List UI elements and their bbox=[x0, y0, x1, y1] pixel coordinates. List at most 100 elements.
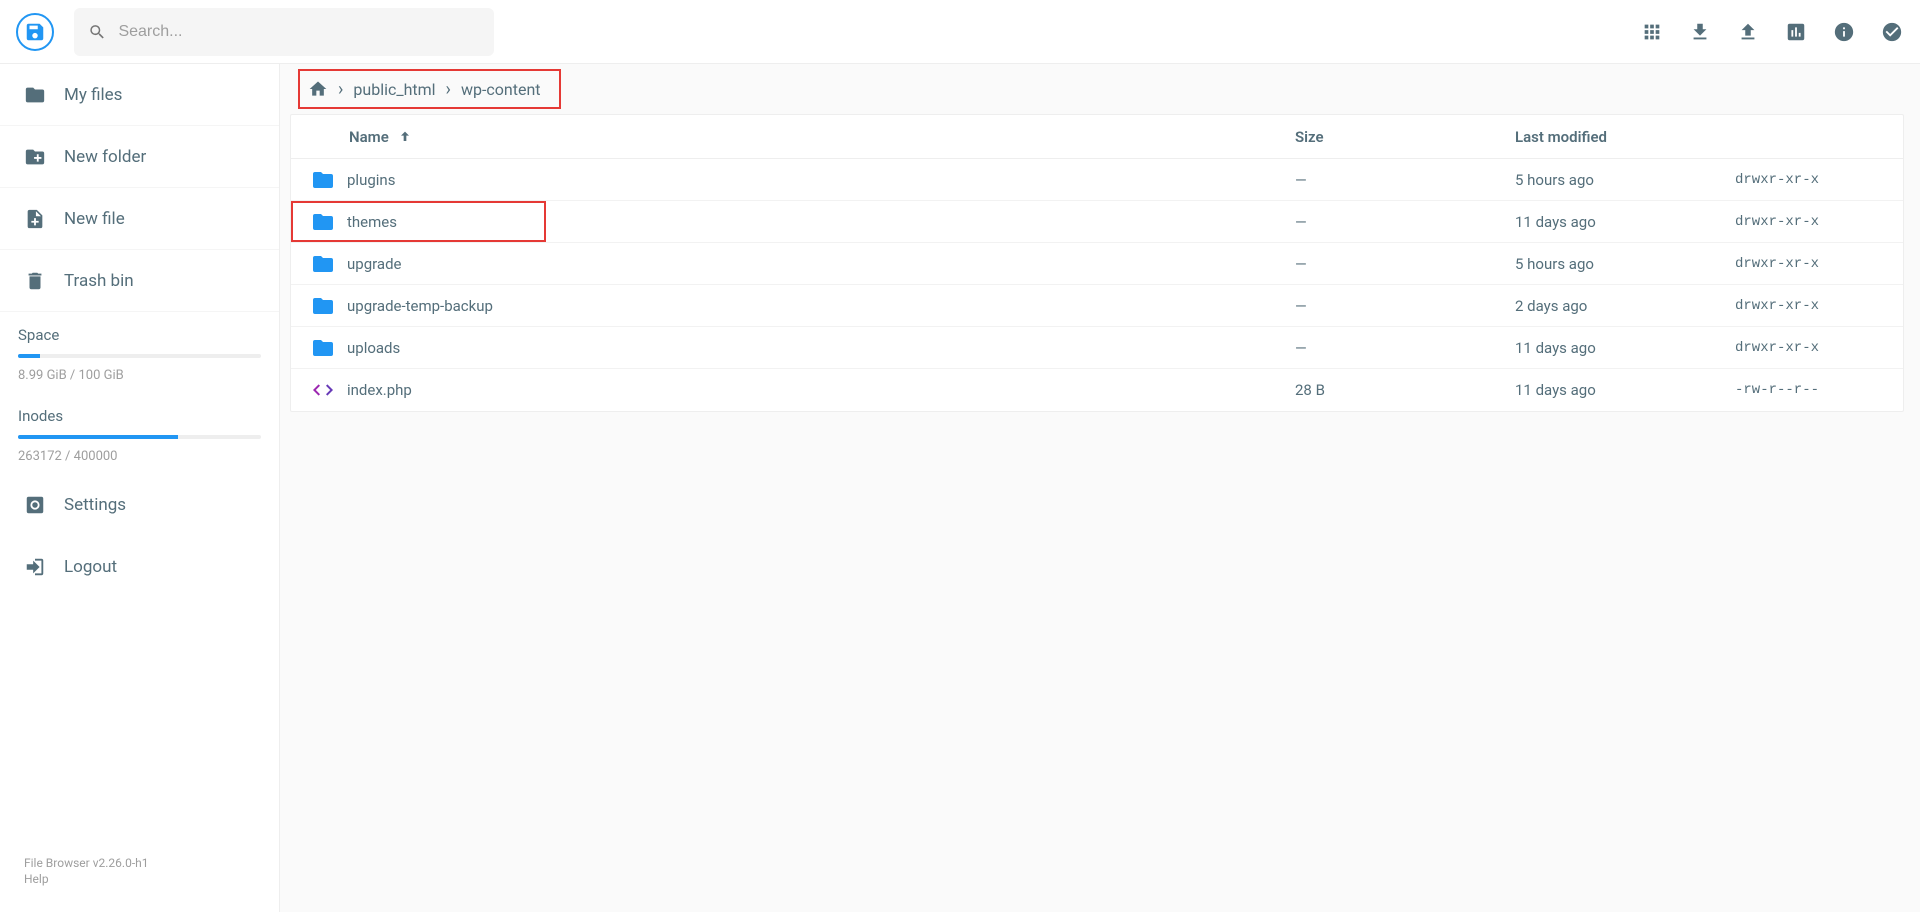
folder-icon bbox=[24, 84, 46, 106]
file-size: — bbox=[1295, 213, 1515, 231]
settings-icon bbox=[24, 494, 46, 516]
space-label: Space bbox=[18, 326, 261, 344]
bar-chart-icon bbox=[1785, 21, 1807, 43]
footer-version: File Browser v2.26.0-h1 bbox=[24, 856, 255, 870]
inodes-progress bbox=[18, 435, 261, 439]
upload-button[interactable] bbox=[1736, 20, 1760, 44]
grid-icon bbox=[1641, 21, 1663, 43]
sidebar-item-logout[interactable]: Logout bbox=[0, 536, 279, 598]
file-modified: 5 hours ago bbox=[1515, 255, 1735, 273]
check-circle-icon bbox=[1881, 21, 1903, 43]
file-size: — bbox=[1295, 171, 1515, 189]
file-name: index.php bbox=[347, 381, 1295, 399]
breadcrumb: › public_html › wp-content bbox=[298, 69, 561, 109]
search-icon bbox=[88, 22, 106, 42]
toolbar: › public_html › wp-content bbox=[290, 64, 1904, 114]
table-row[interactable]: uploads—11 days agodrwxr-xr-x bbox=[291, 327, 1903, 369]
save-disk-icon bbox=[24, 21, 46, 43]
inodes-text: 263172 / 400000 bbox=[18, 449, 261, 464]
info-button[interactable] bbox=[1832, 20, 1856, 44]
chevron-right-icon: › bbox=[446, 79, 451, 100]
table-row[interactable]: upgrade-temp-backup—2 days agodrwxr-xr-x bbox=[291, 285, 1903, 327]
table-header: Name Size Last modified bbox=[291, 115, 1903, 159]
file-name: themes bbox=[347, 213, 1295, 231]
sidebar-item-settings[interactable]: Settings bbox=[0, 474, 279, 536]
sidebar-item-newfile[interactable]: New file bbox=[0, 188, 279, 250]
header-actions bbox=[1640, 20, 1904, 44]
file-permissions: drwxr-xr-x bbox=[1735, 298, 1895, 314]
sidebar-item-trash[interactable]: Trash bin bbox=[0, 250, 279, 312]
inodes-label: Inodes bbox=[18, 407, 261, 425]
folder-icon bbox=[299, 168, 347, 192]
file-permissions: drwxr-xr-x bbox=[1735, 256, 1895, 272]
folder-icon bbox=[299, 252, 347, 276]
sidebar-footer: File Browser v2.26.0-h1 Help bbox=[0, 842, 279, 912]
breadcrumb-item[interactable]: wp-content bbox=[461, 80, 541, 99]
col-name-header[interactable]: Name bbox=[347, 128, 1295, 146]
folder-icon bbox=[299, 294, 347, 318]
upload-icon bbox=[1737, 21, 1759, 43]
sidebar-label: New file bbox=[64, 209, 125, 229]
info-icon bbox=[1833, 21, 1855, 43]
arrow-up-icon bbox=[397, 129, 413, 145]
file-modified: 11 days ago bbox=[1515, 381, 1735, 399]
table-row[interactable]: plugins—5 hours agodrwxr-xr-x bbox=[291, 159, 1903, 201]
space-progress bbox=[18, 354, 261, 358]
col-name-label: Name bbox=[349, 128, 389, 146]
chevron-right-icon: › bbox=[338, 79, 343, 100]
download-icon bbox=[1689, 21, 1711, 43]
sidebar-label: Logout bbox=[64, 557, 117, 577]
file-modified: 2 days ago bbox=[1515, 297, 1735, 315]
stats-button[interactable] bbox=[1784, 20, 1808, 44]
folder-icon bbox=[299, 210, 347, 234]
file-name: uploads bbox=[347, 339, 1295, 357]
main-content: › public_html › wp-content Name Size Las… bbox=[280, 64, 1920, 912]
file-modified: 11 days ago bbox=[1515, 339, 1735, 357]
col-size-header[interactable]: Size bbox=[1295, 128, 1515, 146]
sidebar-label: Settings bbox=[64, 495, 126, 515]
inodes-section: Inodes 263172 / 400000 bbox=[0, 393, 279, 474]
sidebar-label: My files bbox=[64, 85, 122, 105]
trash-icon bbox=[24, 270, 46, 292]
breadcrumb-item[interactable]: public_html bbox=[353, 80, 435, 99]
download-button[interactable] bbox=[1688, 20, 1712, 44]
file-name: upgrade-temp-backup bbox=[347, 297, 1295, 315]
new-folder-icon bbox=[24, 146, 46, 168]
file-permissions: drwxr-xr-x bbox=[1735, 214, 1895, 230]
search-input[interactable] bbox=[118, 23, 480, 41]
table-row[interactable]: index.php28 B11 days ago-rw-r--r-- bbox=[291, 369, 1903, 411]
sidebar-item-newfolder[interactable]: New folder bbox=[0, 126, 279, 188]
file-permissions: drwxr-xr-x bbox=[1735, 172, 1895, 188]
code-icon bbox=[299, 378, 347, 402]
file-modified: 5 hours ago bbox=[1515, 171, 1735, 189]
folder-icon bbox=[299, 336, 347, 360]
space-section: Space 8.99 GiB / 100 GiB bbox=[0, 312, 279, 393]
sidebar-label: New folder bbox=[64, 147, 146, 167]
file-permissions: -rw-r--r-- bbox=[1735, 382, 1895, 398]
home-icon[interactable] bbox=[308, 79, 328, 99]
file-size: — bbox=[1295, 255, 1515, 273]
select-all-button[interactable] bbox=[1880, 20, 1904, 44]
app-logo[interactable] bbox=[16, 13, 54, 51]
header bbox=[0, 0, 1920, 64]
sidebar-item-myfiles[interactable]: My files bbox=[0, 64, 279, 126]
search-box[interactable] bbox=[74, 8, 494, 56]
col-modified-header[interactable]: Last modified bbox=[1515, 128, 1735, 146]
file-name: upgrade bbox=[347, 255, 1295, 273]
space-text: 8.99 GiB / 100 GiB bbox=[18, 368, 261, 383]
file-permissions: drwxr-xr-x bbox=[1735, 340, 1895, 356]
table-row[interactable]: upgrade—5 hours agodrwxr-xr-x bbox=[291, 243, 1903, 285]
file-size: 28 B bbox=[1295, 381, 1515, 399]
file-size: — bbox=[1295, 339, 1515, 357]
view-grid-button[interactable] bbox=[1640, 20, 1664, 44]
logout-icon bbox=[24, 556, 46, 578]
file-modified: 11 days ago bbox=[1515, 213, 1735, 231]
file-size: — bbox=[1295, 297, 1515, 315]
sidebar: My files New folder New file Trash bin S… bbox=[0, 64, 280, 912]
footer-help[interactable]: Help bbox=[24, 872, 255, 886]
file-table: Name Size Last modified plugins—5 hours … bbox=[290, 114, 1904, 412]
new-file-icon bbox=[24, 208, 46, 230]
sidebar-label: Trash bin bbox=[64, 271, 134, 291]
table-row[interactable]: themes—11 days agodrwxr-xr-x bbox=[291, 201, 1903, 243]
file-name: plugins bbox=[347, 171, 1295, 189]
